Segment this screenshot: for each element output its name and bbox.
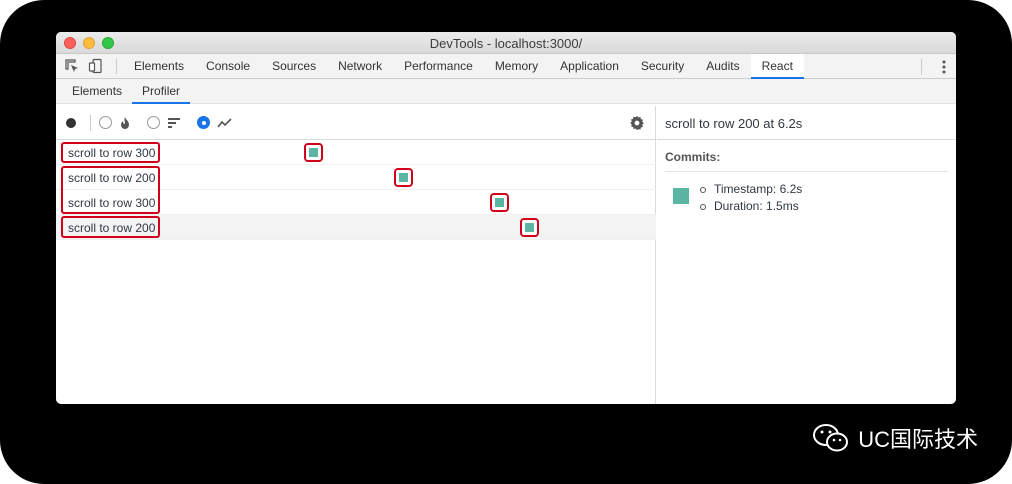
- commit-timestamp: Timestamp: 6.2s: [700, 181, 802, 198]
- interactions-radio[interactable]: [197, 116, 210, 129]
- settings-gear-icon[interactable]: [629, 115, 645, 131]
- commit-square: [399, 173, 408, 182]
- inspect-element-icon[interactable]: [64, 58, 80, 74]
- devtools-window: DevTools - localhost:3000/ Elements Cons…: [56, 32, 956, 404]
- watermark-text: UC国际技术: [858, 427, 978, 452]
- commit-duration: Duration: 1.5ms: [700, 198, 802, 215]
- selected-interaction-title: scroll to row 200 at 6.2s: [657, 106, 956, 140]
- interaction-rows: scroll to row 300 scroll to row 200 scro…: [56, 140, 656, 240]
- commit-square: [309, 148, 318, 157]
- commit-details-list: Timestamp: 6.2s Duration: 1.5ms: [700, 181, 802, 215]
- commit-square: [525, 223, 534, 232]
- record-button[interactable]: [66, 117, 76, 128]
- interaction-labels-highlight: [61, 166, 160, 214]
- ranked-radio[interactable]: [147, 116, 160, 129]
- flamegraph-radio[interactable]: [99, 116, 112, 129]
- window-title: DevTools - localhost:3000/: [429, 36, 583, 51]
- device-toolbar-icon[interactable]: [88, 58, 104, 74]
- more-options-icon[interactable]: [942, 59, 946, 75]
- commit-marker[interactable]: [304, 143, 323, 162]
- tab-application[interactable]: Application: [549, 54, 630, 78]
- commit-marker[interactable]: [394, 168, 413, 187]
- commits-heading: Commits:: [665, 150, 721, 164]
- commit-marker[interactable]: [520, 218, 539, 237]
- screenshot-frame: DevTools - localhost:3000/ Elements Cons…: [0, 0, 1012, 484]
- tab-network[interactable]: Network: [327, 54, 393, 78]
- tab-react[interactable]: React: [750, 54, 805, 79]
- interactions-pane: scroll to row 300 scroll to row 200 scro…: [56, 106, 656, 404]
- profiler-content: scroll to row 300 scroll to row 200 scro…: [56, 106, 956, 404]
- commit-square: [495, 198, 504, 207]
- interactions-icon: [217, 117, 233, 129]
- commit-marker[interactable]: [490, 193, 509, 212]
- subtab-elements[interactable]: Elements: [62, 79, 132, 103]
- panel-tabs: Elements Console Sources Network Perform…: [117, 54, 805, 79]
- tab-audits[interactable]: Audits: [695, 54, 750, 78]
- toolbar-separator: [921, 59, 922, 75]
- tab-sources[interactable]: Sources: [261, 54, 327, 78]
- tool-icons: [56, 54, 116, 78]
- react-sub-tab-bar: Elements Profiler: [56, 79, 956, 104]
- main-tab-bar: Elements Console Sources Network Perform…: [56, 54, 956, 79]
- tab-security[interactable]: Security: [630, 54, 695, 78]
- watermark: UC国际技术: [812, 422, 978, 454]
- subtab-profiler[interactable]: Profiler: [132, 79, 191, 104]
- ranked-chart-icon: [167, 117, 181, 129]
- interaction-labels-highlight: [61, 142, 160, 163]
- wechat-logo-icon: [813, 424, 849, 452]
- tab-console[interactable]: Console: [195, 54, 261, 78]
- tab-performance[interactable]: Performance: [393, 54, 484, 78]
- toolbar-separator: [90, 114, 91, 131]
- interaction-labels-highlight: [61, 216, 160, 238]
- title-bar: DevTools - localhost:3000/: [56, 32, 956, 54]
- commit-entry[interactable]: Timestamp: 6.2s Duration: 1.5ms: [657, 172, 956, 232]
- flame-icon: [119, 116, 131, 130]
- tab-memory[interactable]: Memory: [484, 54, 549, 78]
- tab-elements[interactable]: Elements: [123, 54, 195, 78]
- commit-color-square: [673, 188, 689, 204]
- profiler-toolbar: [56, 106, 655, 140]
- commit-details-pane: scroll to row 200 at 6.2s Commits: Times…: [657, 106, 956, 404]
